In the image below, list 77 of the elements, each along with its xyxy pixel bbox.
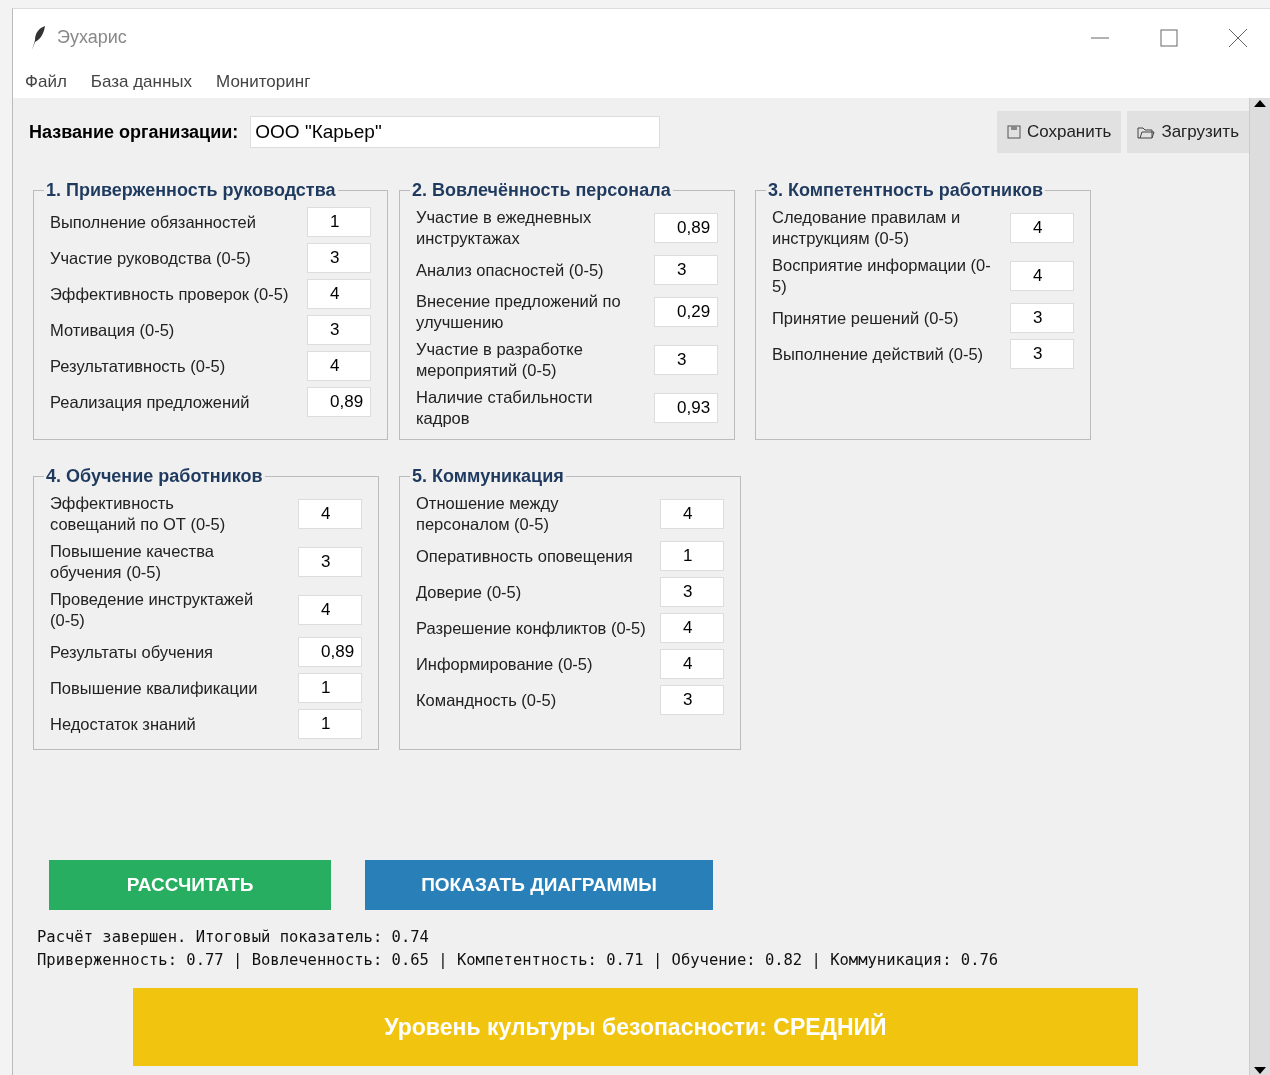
floppy-icon (1006, 125, 1021, 139)
level-banner: Уровень культуры безопасности: СРЕДНИЙ (133, 988, 1138, 1066)
load-button[interactable]: Загрузить (1127, 111, 1249, 153)
value-field[interactable]: 3 (654, 255, 718, 285)
value-field[interactable]: 0,93 (654, 393, 718, 423)
field-label: Доверие (0-5) (416, 581, 523, 603)
value-field[interactable]: 3 (307, 315, 371, 345)
field-label: Наличие стабильности кадров (416, 387, 594, 429)
value-field[interactable]: 4 (307, 351, 371, 381)
value-field[interactable]: 3 (1010, 339, 1074, 369)
field-label: Внесение предложений по улучшению (416, 291, 622, 333)
field-label: Эффективность проверок (0-5) (50, 283, 290, 305)
value-field[interactable]: 4 (1010, 213, 1074, 243)
value-field[interactable]: 0,89 (307, 387, 371, 417)
field-label: Повышение квалификации (50, 677, 258, 699)
value-field[interactable]: 1 (660, 541, 724, 571)
menu-item[interactable]: Файл (25, 72, 67, 92)
value-field[interactable]: 0,89 (298, 637, 362, 667)
save-button[interactable]: Сохранить (996, 111, 1122, 153)
field-label: Недостаток знаний (50, 713, 197, 735)
value-field[interactable]: 3 (1010, 303, 1074, 333)
window-title: Эухарис (57, 27, 127, 48)
field-label: Эффективность совещаний по ОТ (0-5) (50, 493, 227, 535)
value-field[interactable]: 0,29 (654, 297, 718, 327)
field-label: Отношение между персоналом (0-5) (416, 493, 560, 535)
value-field[interactable]: 3 (654, 345, 718, 375)
field-label: Принятие решений (0-5) (772, 307, 960, 329)
value-field[interactable]: 4 (307, 279, 371, 309)
group-title: 5. Коммуникация (411, 466, 565, 487)
field-label: Разрешение конфликтов (0-5) (416, 617, 647, 639)
field-label: Результативность (0-5) (50, 355, 227, 377)
value-field[interactable]: 4 (660, 613, 724, 643)
value-field[interactable]: 4 (298, 499, 362, 529)
field-label: Проведение инструктажей (0-5) (50, 589, 255, 631)
field-label: Информирование (0-5) (416, 653, 594, 675)
field-label: Оперативность оповещения (416, 545, 634, 567)
value-field[interactable]: 4 (660, 499, 724, 529)
field-label: Командность (0-5) (416, 689, 558, 711)
value-field[interactable]: 3 (307, 243, 371, 273)
value-field[interactable]: 3 (298, 547, 362, 577)
value-field[interactable]: 4 (298, 595, 362, 625)
field-label: Мотивация (0-5) (50, 319, 176, 341)
field-label: Повышение качества обучения (0-5) (50, 541, 215, 583)
value-field[interactable]: 3 (660, 577, 724, 607)
field-label: Следование правилам и инструкциям (0-5) (772, 207, 962, 249)
field-label: Участие в разработке мероприятий (0-5) (416, 339, 584, 381)
menu-item[interactable]: Мониторинг (216, 72, 311, 92)
field-label: Восприятие информации (0-5) (772, 255, 992, 297)
scroll-down-icon[interactable] (1253, 1066, 1267, 1075)
field-label: Выполнение действий (0-5) (772, 343, 985, 365)
field-label: Анализ опасностей (0-5) (416, 259, 605, 281)
field-label: Реализация предложений (50, 391, 251, 413)
value-field[interactable]: 4 (660, 649, 724, 679)
menu-item[interactable]: База данных (90, 72, 193, 92)
value-field[interactable]: 3 (660, 685, 724, 715)
group-title: 1. Приверженность руководства (45, 180, 337, 201)
close-icon[interactable] (1228, 27, 1248, 48)
result-text: Приверженность: 0.77 | Вовлеченность: 0.65 | Компетентность: 0.71 | Обучение: 0.82 | Коммуникация: 0.76 (37, 950, 1000, 971)
field-label: Участие в ежедневных инструктажах (416, 207, 593, 249)
value-field[interactable]: 1 (307, 207, 371, 237)
feather-icon (29, 24, 47, 51)
charts-button[interactable]: ПОКАЗАТЬ ДИАГРАММЫ (365, 860, 713, 910)
field-label: Участие руководства (0-5) (50, 247, 252, 269)
field-label: Выполнение обязанностей (50, 211, 257, 233)
field-label: Результаты обучения (50, 641, 215, 663)
organization-field[interactable]: ООО "Карьер" (250, 116, 661, 148)
folder-icon (1137, 125, 1156, 139)
value-field[interactable]: 4 (1010, 261, 1074, 291)
group-title: 2. Вовлечённость персонала (411, 180, 672, 201)
value-field[interactable]: 1 (298, 709, 362, 739)
group-title: 4. Обучение работников (45, 466, 264, 487)
group-title: 3. Компетентность работников (767, 180, 1044, 201)
scroll-up-icon[interactable] (1253, 98, 1267, 108)
organization-label: Название организации: (29, 121, 239, 143)
value-field[interactable]: 0,89 (654, 213, 718, 243)
value-field[interactable]: 1 (298, 673, 362, 703)
result-text: Расчёт завершен. Итоговый показатель: 0.74 (37, 927, 430, 948)
